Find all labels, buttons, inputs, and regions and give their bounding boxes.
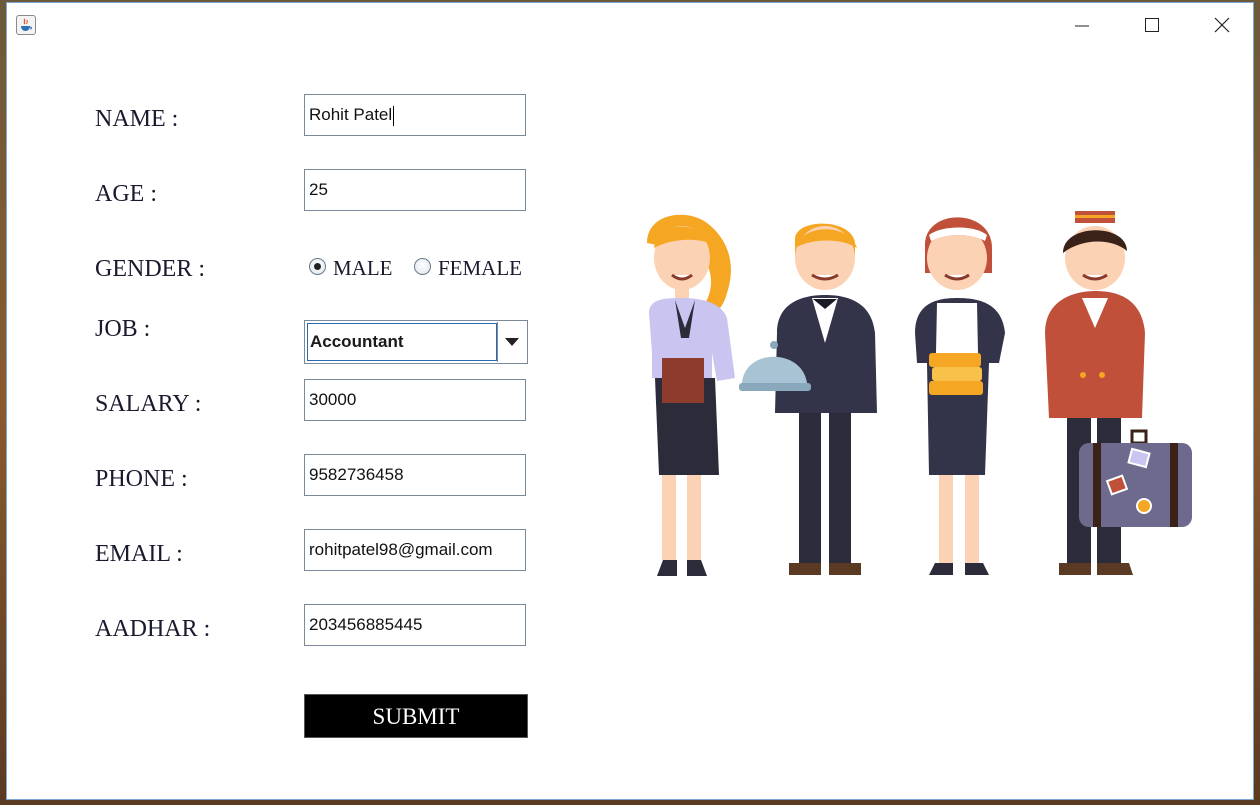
close-button[interactable] [1187,3,1257,47]
housekeeper-figure [915,217,1005,575]
gender-male-label[interactable]: MALE [333,256,393,281]
job-label: JOB : [95,316,151,342]
java-app-icon[interactable] [16,15,36,35]
phone-field[interactable]: 9582736458 [304,454,526,496]
maximize-button[interactable] [1117,3,1187,47]
bellboy-figure [1045,211,1192,575]
app-window: NAME : Rohit Patel AGE : 25 GENDER : MAL… [6,2,1254,800]
title-bar [7,3,1253,47]
job-select-value[interactable]: Accountant [307,323,497,361]
age-label: AGE : [95,181,157,207]
age-field[interactable]: 25 [304,169,526,211]
chevron-down-icon [505,338,519,346]
salary-label: SALARY : [95,391,202,417]
maximize-icon [1145,18,1159,32]
aadhar-field[interactable]: 203456885445 [304,604,526,646]
aadhar-label: AADHAR : [95,616,211,642]
job-select-arrow[interactable] [497,322,526,362]
email-label: EMAIL : [95,541,183,567]
name-label: NAME : [95,106,179,132]
gender-female-label[interactable]: FEMALE [438,256,522,281]
name-value: Rohit Patel [309,105,393,124]
phone-label: PHONE : [95,466,188,492]
job-select[interactable]: Accountant [304,320,528,364]
text-cursor [393,105,395,126]
gender-female-radio[interactable] [414,258,431,275]
gender-male-radio[interactable] [309,258,326,275]
minimize-icon [1075,25,1089,27]
name-field[interactable]: Rohit Patel [304,94,526,136]
waiter-figure [739,223,877,575]
email-field[interactable]: rohitpatel98@gmail.com [304,529,526,571]
receptionist-figure [647,214,735,576]
staff-illustration [647,211,1192,576]
gender-label: GENDER : [95,256,205,282]
minimize-button[interactable] [1047,3,1117,47]
salary-field[interactable]: 30000 [304,379,526,421]
close-icon [1214,17,1230,33]
submit-button[interactable]: SUBMIT [304,694,528,738]
